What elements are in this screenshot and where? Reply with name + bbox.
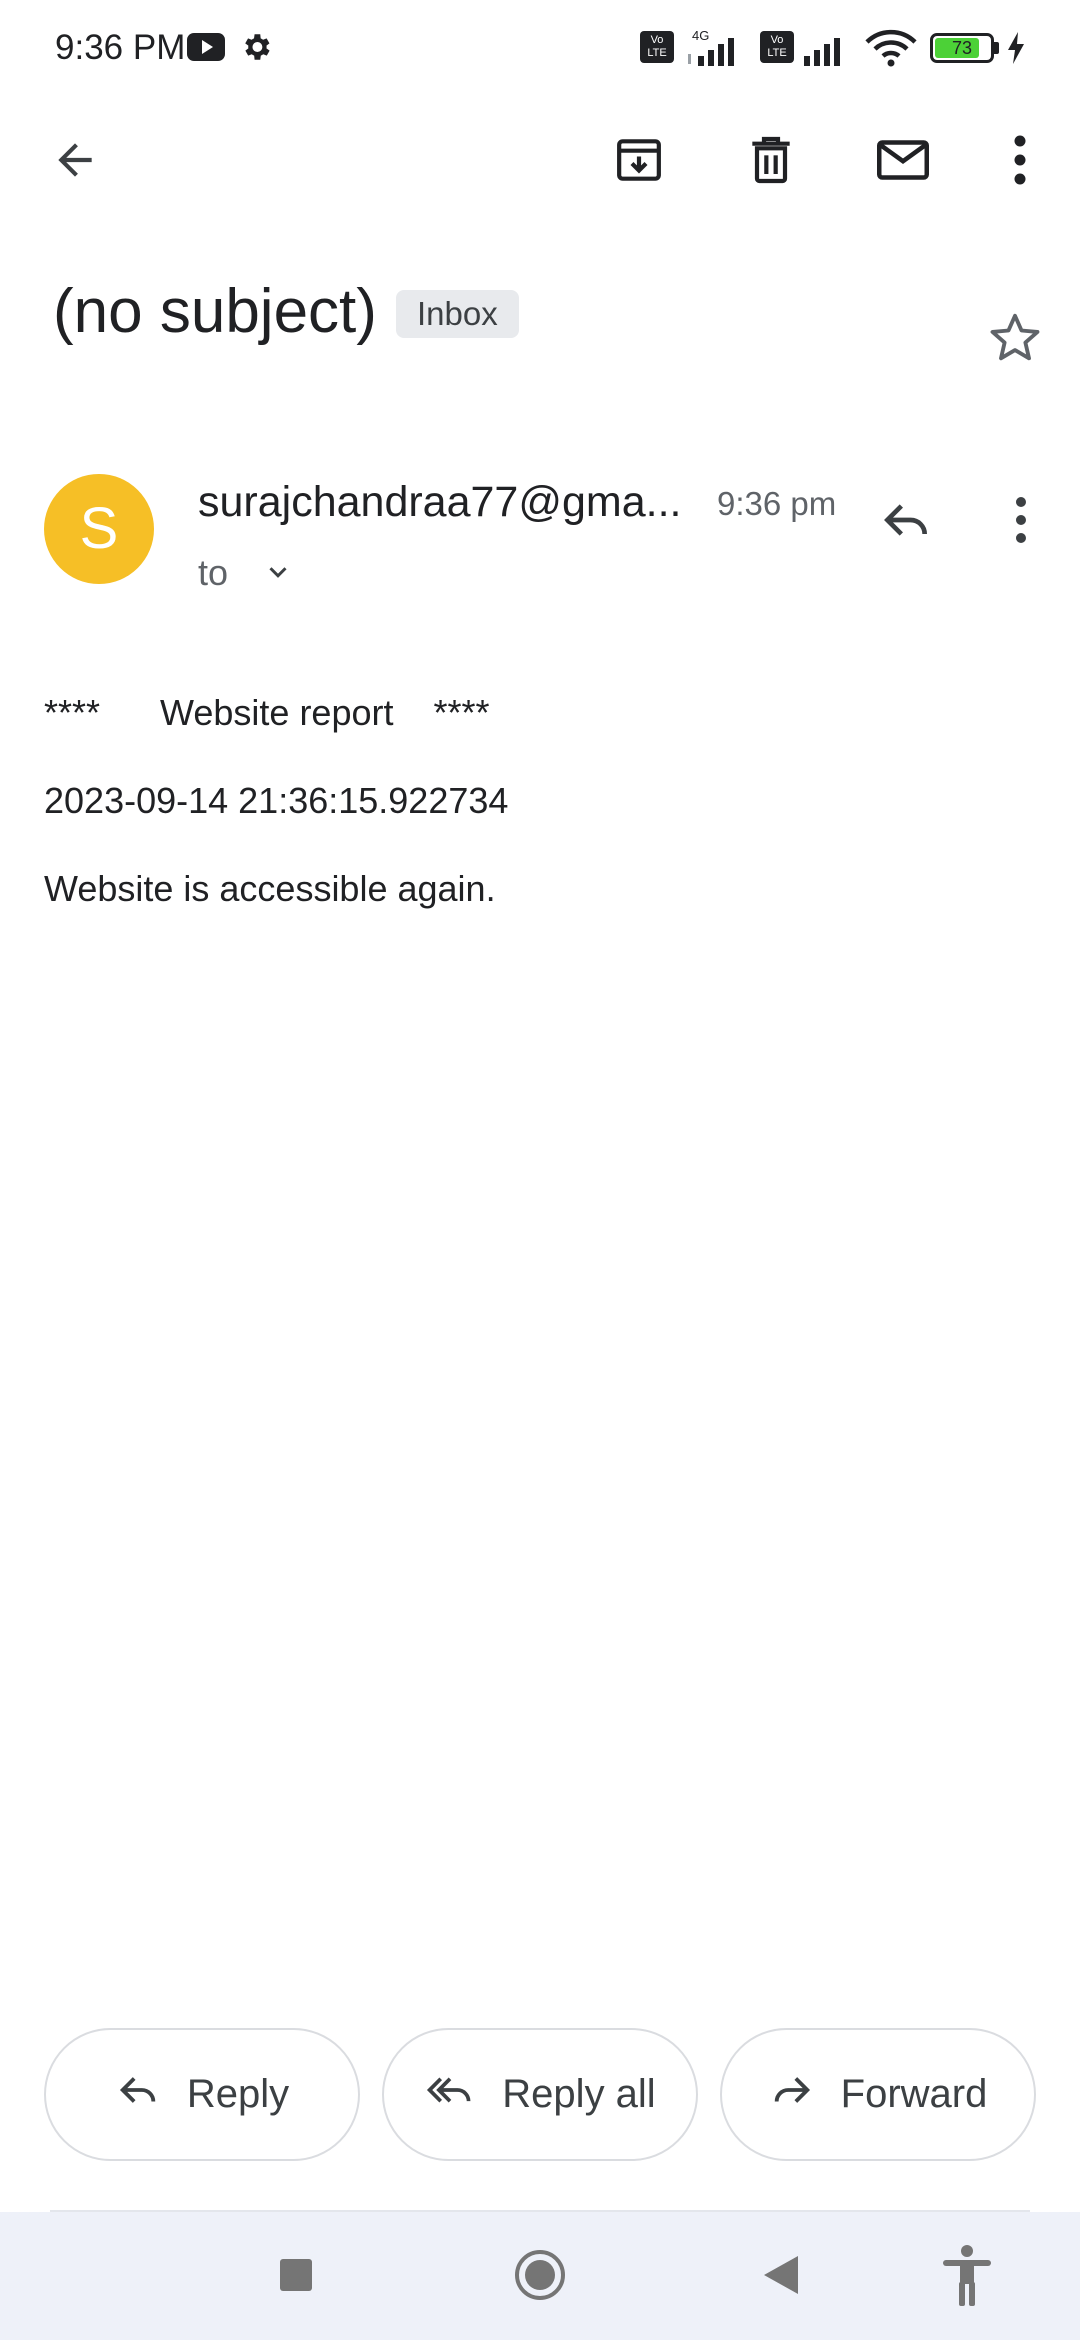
forward-label: Forward	[840, 2072, 988, 2116]
forward-button[interactable]: Forward	[720, 2028, 1036, 2161]
signal-icon	[800, 34, 856, 71]
more-vert-icon	[1012, 495, 1030, 550]
reply-icon	[115, 2067, 187, 2123]
status-bar: 9:36 PM Vo LTE 4G Vo LTE 73	[0, 0, 1080, 96]
more-options-button[interactable]	[972, 114, 1068, 210]
volte-icon: Vo LTE	[640, 31, 674, 63]
reply-button[interactable]: Reply	[44, 2028, 360, 2161]
reply-label: Reply	[186, 2072, 290, 2116]
chevron-down-icon	[263, 557, 293, 592]
accessibility-button[interactable]	[922, 2232, 1012, 2322]
signal-icon	[684, 34, 752, 71]
back-arrow-icon	[50, 135, 100, 190]
sender-name[interactable]: surajchandraa77@gma...	[198, 476, 681, 528]
archive-icon	[611, 132, 667, 193]
back-triangle-icon	[762, 2254, 800, 2301]
archive-button[interactable]	[591, 114, 687, 210]
wifi-icon	[864, 28, 918, 73]
recipient-details-toggle[interactable]	[258, 554, 298, 594]
home-button[interactable]	[495, 2232, 585, 2322]
body-line: Website is accessible again.	[44, 868, 496, 909]
battery-icon: 73	[930, 33, 994, 63]
recents-button[interactable]	[251, 2232, 341, 2322]
volte-label: Vo	[650, 34, 664, 46]
battery-level: 73	[951, 38, 973, 58]
volte-label: LTE	[767, 47, 787, 59]
more-vert-icon	[1010, 134, 1030, 191]
charging-bolt-icon	[1006, 32, 1026, 69]
reply-all-button[interactable]: Reply all	[382, 2028, 698, 2161]
back-nav-button[interactable]	[736, 2232, 826, 2322]
home-circle-icon	[513, 2248, 567, 2307]
delete-button[interactable]	[723, 114, 819, 210]
body-line: **** Website report ****	[44, 692, 490, 733]
inbox-label-chip[interactable]: Inbox	[396, 290, 519, 338]
status-time: 9:36 PM	[55, 28, 186, 67]
delete-icon	[743, 132, 799, 193]
star-icon	[986, 309, 1044, 372]
back-button[interactable]	[27, 114, 123, 210]
mark-unread-icon	[873, 130, 933, 195]
body-line: 2023-09-14 21:36:15.922734	[44, 780, 509, 821]
reply-icon	[878, 492, 934, 553]
reply-all-label: Reply all	[502, 2072, 656, 2116]
sender-avatar[interactable]: S	[44, 474, 154, 584]
battery-tip	[994, 42, 999, 54]
settings-gear-icon	[239, 30, 273, 69]
accessibility-icon	[941, 2244, 993, 2311]
volte-label: Vo	[770, 34, 784, 46]
volte-label: LTE	[647, 47, 667, 59]
reply-quick-button[interactable]	[870, 486, 942, 558]
mark-unread-button[interactable]	[855, 114, 951, 210]
email-time: 9:36 pm	[717, 485, 837, 522]
recents-square-icon	[279, 2258, 313, 2297]
forward-icon	[769, 2067, 841, 2123]
volte-icon: Vo LTE	[760, 31, 794, 63]
email-subject: (no subject)	[53, 277, 377, 346]
youtube-icon	[187, 33, 225, 66]
reply-all-icon	[424, 2067, 502, 2123]
recipient-to-label[interactable]: to	[198, 550, 228, 596]
message-more-button[interactable]	[985, 486, 1057, 558]
star-button[interactable]	[975, 300, 1055, 380]
